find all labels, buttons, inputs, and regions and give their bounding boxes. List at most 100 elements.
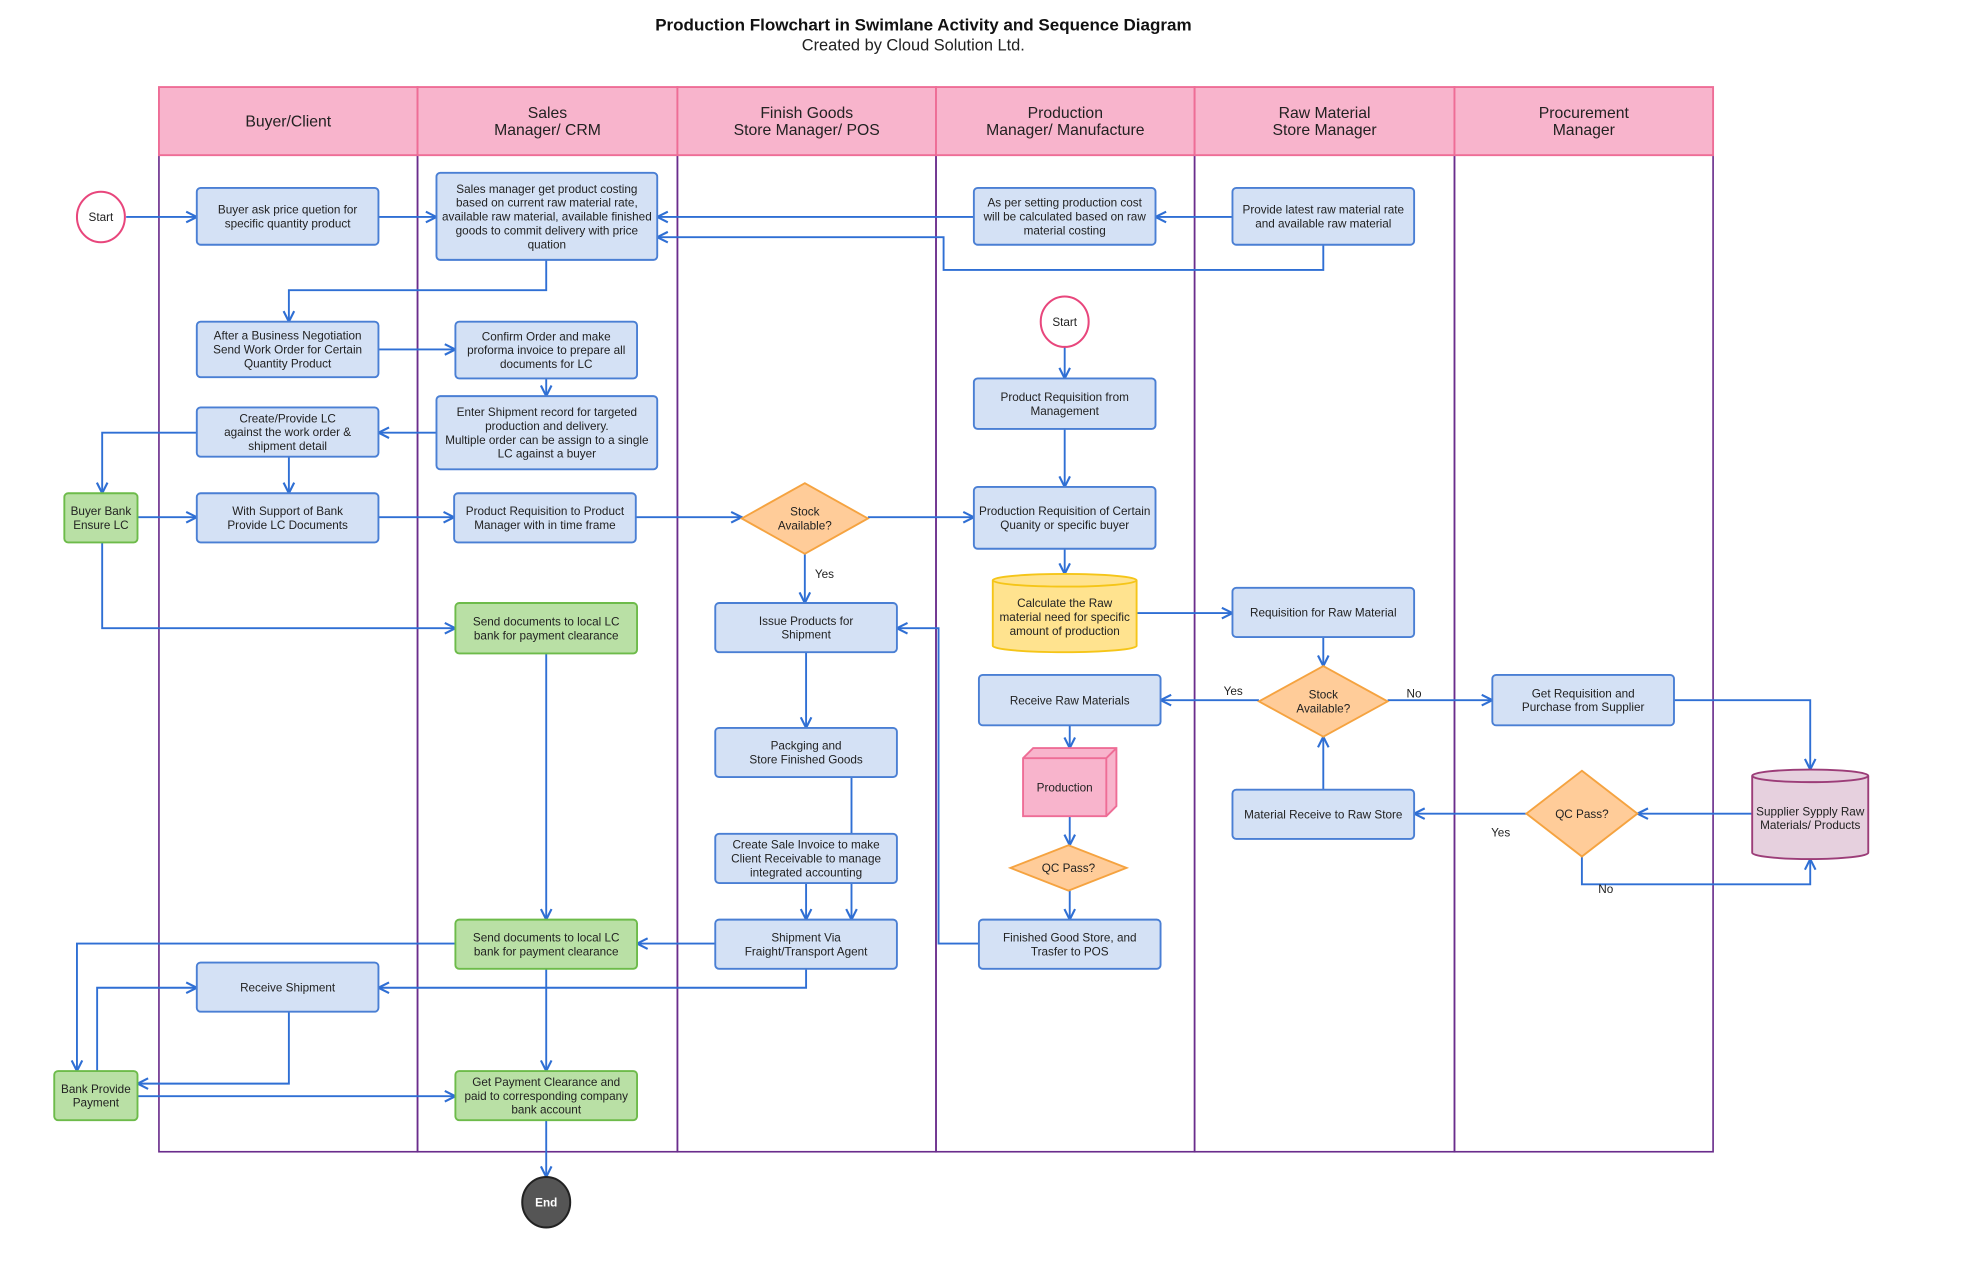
node-label: Receive Shipment	[240, 981, 336, 994]
label-line: Issue Products for	[759, 615, 854, 628]
label-line: Receive Raw Materials	[1010, 694, 1130, 707]
node-process-n16[interactable]: Issue Products for Shipment	[714, 602, 898, 654]
lane-body	[1453, 154, 1714, 1153]
label-line: Finished Good Store, and	[1003, 931, 1137, 944]
node-process-n20[interactable]: Material Receive to Raw Store	[1231, 788, 1416, 840]
node-label: Production Requisition of Certain Quanity…	[979, 505, 1150, 532]
node-bank-n26[interactable]: Bank Provide Payment	[53, 1070, 139, 1122]
label-line: based on current raw material rate,	[456, 197, 638, 210]
label-line: Send documents to local LC	[473, 615, 620, 628]
node-process-n17[interactable]: Receive Raw Materials	[977, 673, 1162, 727]
label-line: material need for specific	[1000, 611, 1130, 624]
node-process-n21[interactable]: Create Sale Invoice to make Client Receiv…	[714, 832, 898, 884]
label-line: Create Sale Invoice to make	[732, 839, 879, 852]
label-line: Materials/ Products	[1760, 819, 1860, 832]
label-line: Management	[1030, 405, 1099, 418]
node-datastore-cyl1[interactable]: Calculate the Raw material need for speci…	[991, 573, 1138, 654]
node-process-n5[interactable]: After a Business Negotiation Send Work Or…	[195, 320, 380, 379]
connector-arrow	[101, 542, 455, 628]
diagram-subtitle: Created by Cloud Solution Ltd.	[802, 36, 1025, 54]
label-line: QC Pass?	[1042, 862, 1096, 875]
label-line: Product Requisition to Product	[466, 505, 625, 518]
node-supplier-cyl2[interactable]: Supplier Sypply Raw Materials/ Products	[1751, 768, 1870, 861]
label-line: LC against a buyer	[498, 448, 596, 461]
label-line: Requisition for Raw Material	[1250, 607, 1397, 620]
label-line: available raw material, available finish…	[442, 211, 652, 224]
label-line: Production Requisition of Certain	[979, 505, 1150, 518]
edge-labels: Yes Yes No Yes No	[815, 568, 1614, 896]
node-production-box3d[interactable]: Production	[1022, 747, 1118, 818]
label-line: bank for payment clearance	[474, 629, 619, 642]
label-line: Material Receive to Raw Store	[1244, 808, 1402, 821]
node-process-n23[interactable]: Shipment Via Fraight/Transport Agent	[714, 918, 898, 970]
node-process-n1[interactable]: Buyer ask price quetion for specific quan…	[195, 187, 380, 246]
label-line: shipment detail	[248, 440, 327, 453]
label-line: Receive Shipment	[240, 981, 336, 994]
node-label: Production	[1037, 781, 1093, 794]
node-label: Provide latest raw material rate and avai…	[1243, 204, 1405, 231]
node-label: Supplier Sypply Raw Materials/ Products	[1756, 805, 1865, 832]
label-line: Available?	[1296, 702, 1350, 715]
label-line: Sales	[528, 105, 568, 122]
label-line: Quantity Product	[244, 357, 332, 370]
node-process-n6[interactable]: Confirm Order and make proforma invoice t…	[454, 320, 638, 380]
connector-arrow	[1673, 699, 1810, 769]
node-process-n19[interactable]: Packging and Store Finished Goods	[714, 726, 898, 779]
node-decision-d2[interactable]: Stock Available?	[1256, 664, 1390, 738]
label-line: Confirm Order and make	[482, 330, 611, 343]
node-bank-n15[interactable]: Send documents to local LC bank for payme…	[454, 602, 638, 655]
node-label: End	[535, 1196, 557, 1209]
node-process-n11[interactable]: Product Requisition to Product Manager wi…	[453, 492, 637, 544]
label-line: amount of production	[1010, 625, 1120, 638]
label-line: goods to commit delivery with price	[456, 224, 638, 237]
label-line: Buyer/Client	[245, 114, 331, 131]
connector-arrow	[138, 1011, 290, 1084]
label-line: Finish Goods	[760, 105, 853, 122]
label-line: Store Finished Goods	[749, 754, 862, 767]
node-decision-d4[interactable]: QC Pass?	[1007, 844, 1130, 892]
label-line: Store Manager	[1272, 122, 1376, 139]
label-line: Client Receivable to manage	[731, 853, 881, 866]
label-line: QC Pass?	[1555, 808, 1609, 821]
node-label: Receive Raw Materials	[1010, 694, 1130, 707]
node-process-n18[interactable]: Get Requisition and Purchase from Supplie…	[1491, 673, 1675, 727]
node-start-start2[interactable]: Start	[1039, 295, 1090, 348]
node-process-n25[interactable]: Receive Shipment	[195, 961, 380, 1013]
node-process-n8[interactable]: Create/Provide LC against the work order …	[195, 406, 380, 458]
node-label: Create Sale Invoice to make Client Receiv…	[731, 839, 881, 880]
node-process-n10[interactable]: With Support of Bank Provide LC Documents	[195, 492, 380, 544]
node-process-n24[interactable]: Finished Good Store, and Trasfer to POS	[977, 918, 1162, 970]
connector-arrow	[96, 988, 197, 1072]
label-line: Enter Shipment record for targeted	[457, 406, 637, 419]
label-line: Sales manager get product costing	[456, 183, 637, 196]
label-line: Bank Provide	[61, 1083, 131, 1096]
node-bank-n27[interactable]: Get Payment Clearance and paid to corresp…	[454, 1070, 638, 1122]
node-process-n7[interactable]: Enter Shipment record for targeted produc…	[435, 395, 659, 471]
node-label: Start	[1052, 316, 1077, 329]
node-process-n4[interactable]: Provide latest raw material rate and avai…	[1231, 187, 1416, 246]
node-process-n3[interactable]: As per setting production cost will be ca…	[972, 187, 1157, 246]
node-end-end[interactable]: End	[521, 1175, 572, 1229]
label-line: Buyer Bank	[71, 505, 132, 518]
node-bank-n22[interactable]: Send documents to local LC bank for payme…	[454, 918, 638, 970]
label-line: Quanity or specific buyer	[1000, 519, 1129, 532]
edge-label-d2_yes: Yes	[1224, 685, 1243, 698]
label-line: against the work order &	[224, 426, 351, 439]
label-line: Manager/ Manufacture	[986, 122, 1145, 139]
label-line: Manager	[1553, 122, 1615, 139]
label-line: bank for payment clearance	[474, 945, 619, 958]
lane-body	[1193, 154, 1456, 1153]
node-decision-d1[interactable]: Stock Available?	[739, 482, 870, 555]
node-decision-d3[interactable]: QC Pass?	[1524, 769, 1639, 858]
node-process-n12[interactable]: Production Requisition of Certain Quanity…	[972, 485, 1157, 550]
node-bank-n9[interactable]: Buyer Bank Ensure LC	[63, 492, 139, 544]
label-line: Manager with in time frame	[474, 519, 615, 532]
node-start-start1[interactable]: Start	[75, 190, 126, 244]
edge-label-d3_no: No	[1598, 883, 1613, 896]
node-label: QC Pass?	[1555, 808, 1609, 821]
node-process-n14[interactable]: Requisition for Raw Material	[1231, 586, 1416, 639]
node-label: Get Requisition and Purchase from Supplie…	[1522, 687, 1645, 714]
edge-label-d2_no: No	[1407, 688, 1422, 701]
node-process-n2[interactable]: Sales manager get product costing based o…	[435, 171, 659, 261]
node-process-n13[interactable]: Product Requisition from Management	[972, 377, 1157, 430]
